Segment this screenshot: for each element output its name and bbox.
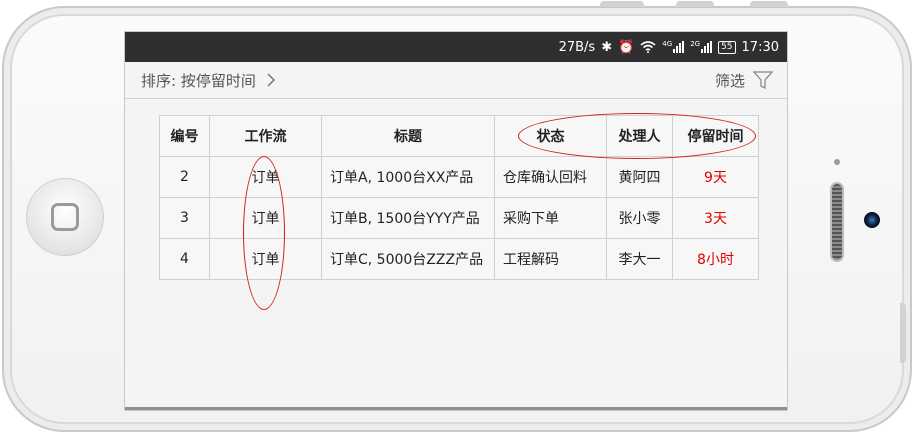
cell-stay-time: 8小时 [672, 238, 759, 280]
proximity-sensor [834, 159, 840, 165]
cell-status: 采购下单 [494, 197, 607, 239]
col-header-title[interactable]: 标题 [321, 115, 495, 157]
phone-top-button [600, 1, 644, 7]
cell-title: 订单A, 1000台XX产品 [321, 156, 495, 198]
cell-status: 仓库确认回料 [494, 156, 607, 198]
cell-handler: 李大一 [606, 238, 673, 280]
battery-icon: 55 [718, 40, 736, 54]
cell-title: 订单B, 1500台YYY产品 [321, 197, 495, 239]
screen: 27B/s ✱ ⏰ 4G 2G 55 17:30 排序: 按停留时间 筛选 编号… [124, 31, 788, 411]
screen-bottom-edge [125, 407, 787, 410]
sort-label: 排序: 按停留时间 [141, 71, 256, 90]
task-table: 编号 工作流 标题 状态 处理人 停留时间 2 订单 订单A, 1000台XX产… [159, 115, 759, 280]
bluetooth-icon: ✱ [601, 39, 613, 55]
cell-stay-time: 9天 [672, 156, 759, 198]
col-header-handler[interactable]: 处理人 [606, 115, 673, 157]
table-row[interactable]: 3 订单 订单B, 1500台YYY产品 采购下单 张小零 3天 [159, 197, 759, 239]
signal-bars-icon [701, 41, 713, 53]
cell-workflow: 订单 [209, 197, 322, 239]
filter-label: 筛选 [714, 71, 745, 90]
cell-handler: 张小零 [606, 197, 673, 239]
chevron-right-icon [267, 73, 275, 87]
signal-2g: 2G [690, 40, 713, 53]
signal-4g: 4G [662, 40, 685, 53]
cell-id: 2 [159, 156, 210, 198]
phone-top-button [676, 1, 714, 7]
table-row[interactable]: 2 订单 订单A, 1000台XX产品 仓库确认回料 黄阿四 9天 [159, 156, 759, 198]
col-header-workflow[interactable]: 工作流 [209, 115, 322, 157]
cell-handler: 黄阿四 [606, 156, 673, 198]
cell-id: 4 [159, 238, 210, 280]
cell-workflow: 订单 [209, 156, 322, 198]
funnel-icon [753, 71, 773, 89]
table-header-row: 编号 工作流 标题 状态 处理人 停留时间 [159, 115, 759, 157]
signal-4g-label: 4G [662, 40, 673, 48]
alarm-icon: ⏰ [618, 39, 635, 55]
toolbar: 排序: 按停留时间 筛选 [125, 62, 787, 99]
wifi-icon [640, 41, 656, 53]
table-row[interactable]: 4 订单 订单C, 5000台ZZZ产品 工程解码 李大一 8小时 [159, 238, 759, 280]
filter-button[interactable]: 筛选 [715, 70, 773, 91]
status-bar: 27B/s ✱ ⏰ 4G 2G 55 17:30 [125, 32, 787, 62]
signal-2g-label: 2G [690, 40, 701, 48]
front-camera [864, 212, 880, 228]
cell-workflow: 订单 [209, 238, 322, 280]
phone-top-button [750, 1, 788, 7]
cell-status: 工程解码 [494, 238, 607, 280]
signal-bars-icon [673, 41, 685, 53]
net-speed: 27B/s [558, 39, 596, 55]
home-square-icon [51, 203, 79, 231]
col-header-stay-time[interactable]: 停留时间 [672, 115, 759, 157]
clock: 17:30 [741, 39, 779, 55]
cell-id: 3 [159, 197, 210, 239]
speaker-grille [830, 182, 844, 262]
home-button[interactable] [26, 178, 104, 256]
col-header-status[interactable]: 状态 [494, 115, 607, 157]
sort-button[interactable]: 排序: 按停留时间 [141, 70, 276, 91]
phone-side-button [900, 303, 906, 363]
col-header-id[interactable]: 编号 [159, 115, 210, 157]
cell-title: 订单C, 5000台ZZZ产品 [321, 238, 495, 280]
cell-stay-time: 3天 [672, 197, 759, 239]
